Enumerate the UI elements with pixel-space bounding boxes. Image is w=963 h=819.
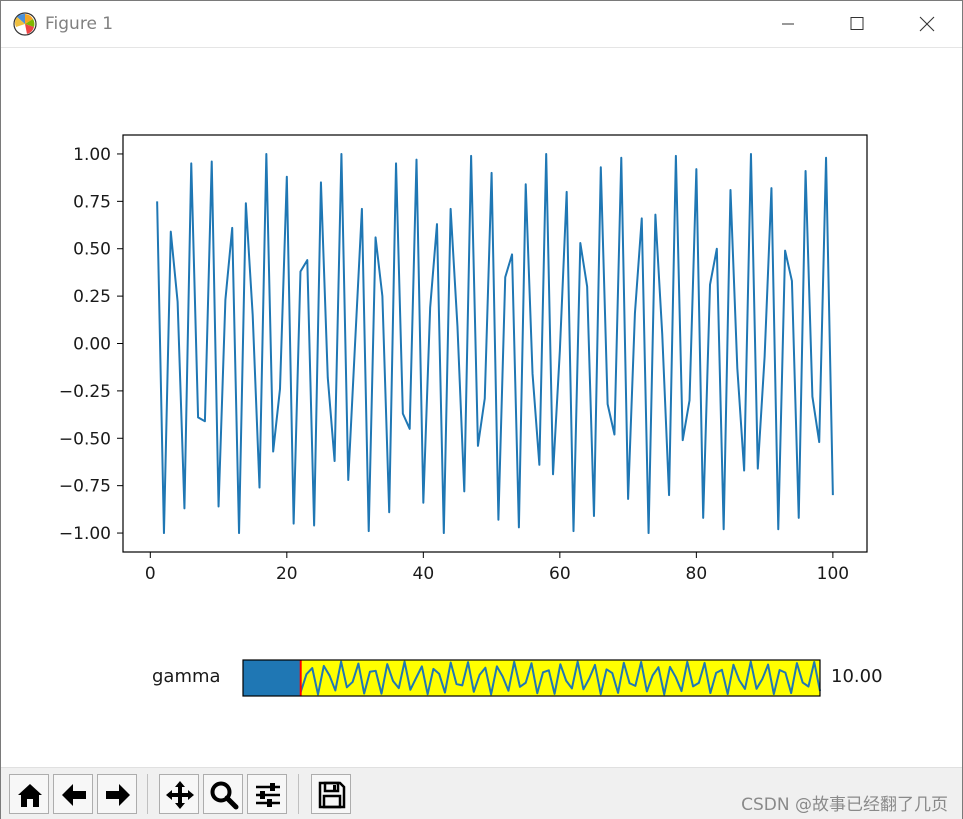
slider-fill <box>243 660 301 696</box>
save-button[interactable] <box>311 774 351 814</box>
figure-canvas[interactable]: 0 20 40 60 80 100 1.00 0.75 0.50 0.25 0.00 −0.25 −0.… <box>1 48 962 767</box>
figure-window: Figure 1 0 20 40 60 80 100 1.00 0.75 0.50 0.25 0.0… <box>0 0 963 819</box>
maximize-icon <box>850 17 864 30</box>
toolbar-separator <box>147 774 148 814</box>
sliders-icon <box>256 783 280 807</box>
slider-value: 10.00 <box>831 666 883 687</box>
y-tick-label: −0.50 <box>59 429 111 449</box>
x-tick-label: 100 <box>817 564 849 584</box>
forward-button[interactable] <box>97 774 137 814</box>
x-tick-label: 20 <box>276 564 298 584</box>
back-button[interactable] <box>53 774 93 814</box>
toolbar-separator <box>298 774 299 814</box>
window-title: Figure 1 <box>45 14 114 34</box>
y-tick-label: 0.75 <box>73 192 111 212</box>
slider-label: gamma <box>152 666 221 687</box>
close-icon <box>919 16 935 32</box>
x-tick-label: 60 <box>549 564 571 584</box>
arrow-right-icon <box>106 784 130 806</box>
matplotlib-logo-icon <box>13 12 37 36</box>
close-button[interactable] <box>904 1 950 47</box>
y-tick-label: 0.25 <box>73 287 111 307</box>
y-tick-label: 1.00 <box>73 145 111 165</box>
move-icon <box>166 781 194 809</box>
maximize-button[interactable] <box>834 1 880 47</box>
minimize-icon <box>782 23 794 25</box>
y-tick-label: −0.25 <box>59 382 111 402</box>
y-tick-label: 0.00 <box>73 335 111 355</box>
title-bar[interactable]: Figure 1 <box>1 1 962 48</box>
magnifier-icon <box>210 781 239 810</box>
plot-canvas[interactable]: 0 20 40 60 80 100 1.00 0.75 0.50 0.25 0.00 −0.25 −0.… <box>1 48 962 767</box>
floppy-disk-icon <box>318 781 346 809</box>
y-tick-label: 0.50 <box>73 240 111 260</box>
y-tick-label: −0.75 <box>59 477 111 497</box>
home-icon <box>18 784 42 807</box>
watermark-text: CSDN @故事已经翻了几页 <box>741 795 948 815</box>
configure-subplots-button[interactable] <box>247 774 287 814</box>
y-tick-label: −1.00 <box>59 524 111 544</box>
arrow-left-icon <box>62 784 86 806</box>
x-tick-label: 40 <box>413 564 435 584</box>
home-button[interactable] <box>9 774 49 814</box>
x-tick-label: 0 <box>145 564 156 584</box>
minimize-button[interactable] <box>765 1 811 47</box>
pan-button[interactable] <box>159 774 199 814</box>
zoom-button[interactable] <box>203 774 243 814</box>
x-tick-label: 80 <box>686 564 708 584</box>
